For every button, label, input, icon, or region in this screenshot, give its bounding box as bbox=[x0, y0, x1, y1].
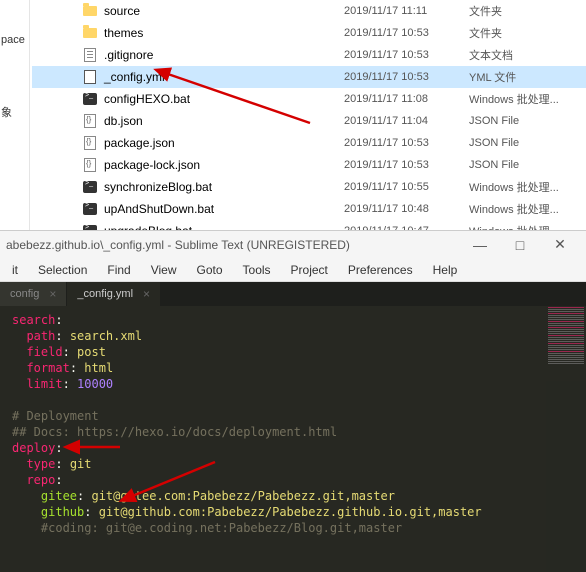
file-name: package-lock.json bbox=[104, 158, 344, 172]
file-explorer-pane: pace 象 source2019/11/17 11:11文件夹themes20… bbox=[0, 0, 586, 230]
file-name: synchronizeBlog.bat bbox=[104, 180, 344, 194]
bat-icon bbox=[82, 179, 98, 195]
menu-item-tools[interactable]: Tools bbox=[233, 260, 281, 280]
file-list: source2019/11/17 11:11文件夹themes2019/11/1… bbox=[32, 0, 586, 230]
close-icon[interactable]: × bbox=[49, 287, 56, 301]
file-type: JSON File bbox=[469, 115, 519, 127]
file-type: 文件夹 bbox=[469, 25, 502, 41]
file-row[interactable]: upAndShutDown.bat2019/11/17 10:48Windows… bbox=[32, 198, 586, 220]
file-date: 2019/11/17 10:55 bbox=[344, 181, 469, 193]
tab-label: _config.yml bbox=[77, 288, 133, 300]
menu-item-project[interactable]: Project bbox=[281, 260, 338, 280]
file-name: package.json bbox=[104, 136, 344, 150]
close-icon[interactable]: × bbox=[143, 287, 150, 301]
file-date: 2019/11/17 11:08 bbox=[344, 93, 469, 105]
file-type: 文本文档 bbox=[469, 47, 513, 63]
tab-strip: config × _config.yml × bbox=[0, 282, 586, 306]
maximize-button[interactable]: □ bbox=[500, 237, 540, 253]
file-name: .gitignore bbox=[104, 48, 344, 62]
file-type: 文件夹 bbox=[469, 3, 502, 19]
file-type: Windows 批处理... bbox=[469, 91, 559, 107]
file-date: 2019/11/17 11:11 bbox=[344, 5, 469, 17]
folder-icon bbox=[82, 25, 98, 41]
file-date: 2019/11/17 10:47 bbox=[344, 225, 469, 230]
file-date: 2019/11/17 10:48 bbox=[344, 203, 469, 215]
editor-tab[interactable]: config × bbox=[0, 282, 66, 306]
file-type: Windows 批处理... bbox=[469, 201, 559, 217]
close-button[interactable]: ✕ bbox=[540, 236, 580, 253]
window-title-bar: abebezz.github.io\_config.yml - Sublime … bbox=[0, 230, 586, 258]
file-date: 2019/11/17 10:53 bbox=[344, 27, 469, 39]
file-date: 2019/11/17 10:53 bbox=[344, 159, 469, 171]
menu-item-goto[interactable]: Goto bbox=[187, 260, 233, 280]
menu-item-it[interactable]: it bbox=[2, 260, 28, 280]
window-title: abebezz.github.io\_config.yml - Sublime … bbox=[6, 238, 460, 252]
menu-item-view[interactable]: View bbox=[141, 260, 187, 280]
bat-icon bbox=[82, 223, 98, 230]
file-date: 2019/11/17 10:53 bbox=[344, 137, 469, 149]
file-name: db.json bbox=[104, 114, 344, 128]
minimize-button[interactable]: — bbox=[460, 237, 500, 253]
menu-bar: itSelectionFindViewGotoToolsProjectPrefe… bbox=[0, 258, 586, 282]
editor-pane: config × _config.yml × search: path: search… bbox=[0, 282, 586, 572]
file-name: _config.yml bbox=[104, 70, 344, 84]
file-name: source bbox=[104, 4, 344, 18]
folder-icon bbox=[82, 3, 98, 19]
file-row[interactable]: source2019/11/17 11:11文件夹 bbox=[32, 0, 586, 22]
json-icon bbox=[82, 157, 98, 173]
file-name: themes bbox=[104, 26, 344, 40]
tab-label: config bbox=[10, 288, 39, 300]
menu-item-find[interactable]: Find bbox=[97, 260, 140, 280]
file-date: 2019/11/17 11:04 bbox=[344, 115, 469, 127]
sidebar-text: 象 bbox=[0, 100, 29, 124]
file-date: 2019/11/17 10:53 bbox=[344, 71, 469, 83]
file-row[interactable]: upgradeBlog.bat2019/11/17 10:47Windows 批… bbox=[32, 220, 586, 230]
file-row[interactable]: package-lock.json2019/11/17 10:53JSON Fi… bbox=[32, 154, 586, 176]
file-name: upgradeBlog.bat bbox=[104, 224, 344, 230]
code-area[interactable]: search: path: search.xml field: post for… bbox=[0, 306, 586, 542]
file-type: JSON File bbox=[469, 159, 519, 171]
file-name: upAndShutDown.bat bbox=[104, 202, 344, 216]
file-row[interactable]: db.json2019/11/17 11:04JSON File bbox=[32, 110, 586, 132]
bat-icon bbox=[82, 201, 98, 217]
editor-tab[interactable]: _config.yml × bbox=[67, 282, 160, 306]
file-type: JSON File bbox=[469, 137, 519, 149]
bat-icon bbox=[82, 91, 98, 107]
file-row[interactable]: _config.yml2019/11/17 10:53YML 文件 bbox=[32, 66, 586, 88]
menu-item-preferences[interactable]: Preferences bbox=[338, 260, 423, 280]
file-row[interactable]: .gitignore2019/11/17 10:53文本文档 bbox=[32, 44, 586, 66]
sidebar-text: pace bbox=[0, 30, 29, 50]
txt-icon bbox=[82, 47, 98, 63]
menu-item-help[interactable]: Help bbox=[423, 260, 468, 280]
json-icon bbox=[82, 113, 98, 129]
yml-icon bbox=[82, 69, 98, 85]
sidebar-fragment: pace 象 bbox=[0, 0, 30, 230]
menu-item-selection[interactable]: Selection bbox=[28, 260, 97, 280]
minimap[interactable] bbox=[546, 306, 586, 572]
file-row[interactable]: package.json2019/11/17 10:53JSON File bbox=[32, 132, 586, 154]
file-row[interactable]: configHEXO.bat2019/11/17 11:08Windows 批处… bbox=[32, 88, 586, 110]
file-type: Windows 批处理... bbox=[469, 223, 559, 230]
file-row[interactable]: themes2019/11/17 10:53文件夹 bbox=[32, 22, 586, 44]
file-date: 2019/11/17 10:53 bbox=[344, 49, 469, 61]
file-name: configHEXO.bat bbox=[104, 92, 344, 106]
file-row[interactable]: synchronizeBlog.bat2019/11/17 10:55Windo… bbox=[32, 176, 586, 198]
file-type: YML 文件 bbox=[469, 69, 516, 85]
json-icon bbox=[82, 135, 98, 151]
file-type: Windows 批处理... bbox=[469, 179, 559, 195]
